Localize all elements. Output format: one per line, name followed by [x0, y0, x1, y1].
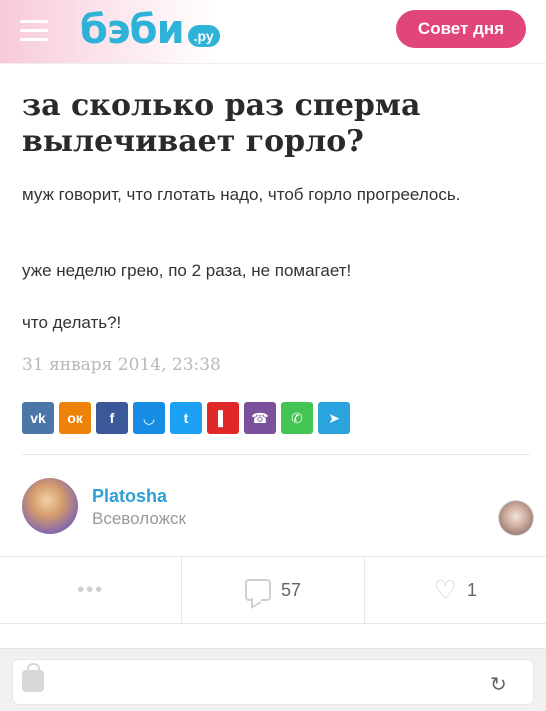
site-header: бэби .ру Совет дня: [0, 0, 546, 64]
likes-count: 1: [466, 579, 477, 600]
twitter-share-icon[interactable]: t: [170, 402, 202, 434]
address-bar[interactable]: [12, 659, 534, 705]
author-name[interactable]: Platosha: [92, 486, 167, 507]
reload-icon[interactable]: ↻: [490, 672, 507, 697]
site-logo[interactable]: бэби .ру: [80, 6, 220, 54]
browser-bottom-bar: [0, 648, 546, 711]
moimir-share-icon[interactable]: ◡: [133, 402, 165, 434]
viber-share-icon[interactable]: ☎: [244, 402, 276, 434]
post-paragraph: муж говорит, что глотать надо, чтоб горл…: [22, 185, 461, 204]
logo-text: бэби: [80, 7, 185, 53]
lock-icon: [22, 663, 44, 692]
post-title: за сколько раз сперма вылечивает горло?: [22, 88, 421, 159]
advice-of-day-button[interactable]: Совет дня: [396, 10, 526, 48]
facebook-share-icon[interactable]: f: [96, 402, 128, 434]
comment-icon: [244, 579, 271, 601]
ok-share-icon[interactable]: ок: [59, 402, 91, 434]
telegram-share-icon[interactable]: ➤: [318, 402, 350, 434]
comments-button[interactable]: 57: [182, 557, 365, 623]
menu-icon[interactable]: [20, 20, 48, 42]
heart-icon: ♡: [433, 575, 457, 605]
author-avatar[interactable]: [22, 478, 78, 534]
share-buttons: vk ок f ◡ t ▌ ☎ ✆ ➤: [22, 402, 350, 436]
viewer-avatar[interactable]: [498, 500, 534, 536]
author-city: Всеволожск: [92, 509, 186, 528]
whatsapp-share-icon[interactable]: ✆: [281, 402, 313, 434]
flipboard-share-icon[interactable]: ▌: [207, 402, 239, 434]
post-date: 31 января 2014, 23:38: [22, 355, 221, 375]
post-paragraph: уже неделю грею, по 2 раза, не помагает!: [22, 261, 352, 280]
logo-suffix: .ру: [187, 25, 220, 47]
like-button[interactable]: ♡ 1: [365, 557, 546, 623]
post-paragraph: что делать?!: [22, 313, 122, 332]
post-stats-bar: ••• 57 ♡ 1: [0, 556, 546, 624]
vk-share-icon[interactable]: vk: [22, 402, 54, 434]
comments-count: 57: [280, 579, 301, 600]
more-options-button[interactable]: •••: [0, 557, 183, 623]
divider: [22, 454, 530, 455]
more-dots-icon: •••: [77, 578, 105, 601]
